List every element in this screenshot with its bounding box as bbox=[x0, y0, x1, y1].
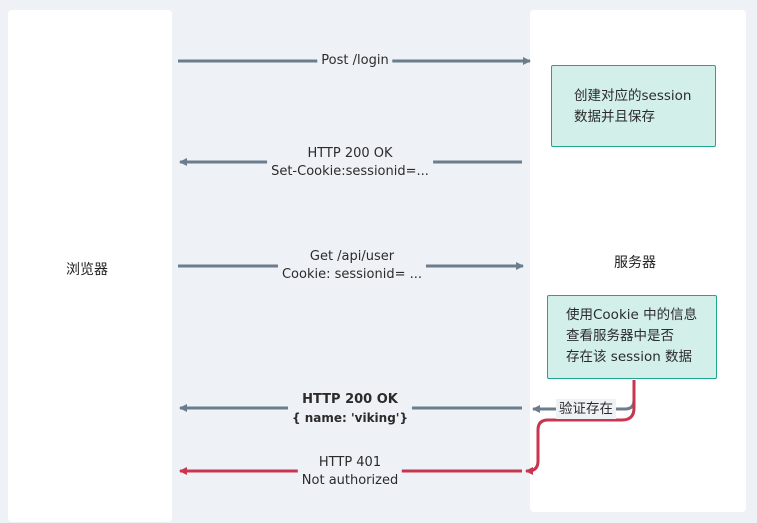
msg-line: Not authorized bbox=[301, 473, 399, 488]
msg-401: HTTP 401 Not authorized bbox=[297, 454, 403, 490]
note-line: 创建对应的session bbox=[574, 88, 692, 104]
msg-post-login: Post /login bbox=[317, 52, 393, 70]
note-line: 使用Cookie 中的信息 bbox=[566, 307, 698, 323]
msg-set-cookie: HTTP 200 OK Set-Cookie:sessionid=... bbox=[267, 145, 433, 181]
msg-line: Get /api/user bbox=[309, 249, 395, 264]
msg-line: HTTP 401 bbox=[318, 455, 382, 470]
msg-get-user: Get /api/user Cookie: sessionid= ... bbox=[277, 248, 427, 284]
msg-line: Cookie: sessionid= ... bbox=[281, 267, 423, 282]
msg-line: HTTP 200 OK bbox=[302, 392, 398, 407]
msg-line: Set-Cookie:sessionid=... bbox=[271, 164, 429, 179]
note-line: 存在该 session 数据 bbox=[566, 349, 693, 365]
msg-line: { name: 'viking'} bbox=[291, 411, 409, 425]
note-check-session: 使用Cookie 中的信息 查看服务器中是否 存在该 session 数据 bbox=[547, 295, 717, 379]
note-line: 查看服务器中是否 bbox=[566, 328, 674, 344]
arrow-verify-fail bbox=[525, 380, 636, 475]
note-line: 数据并且保存 bbox=[574, 109, 655, 125]
msg-line: Post /login bbox=[321, 53, 389, 68]
msg-ok-viking: HTTP 200 OK { name: 'viking'} bbox=[287, 391, 413, 427]
msg-line: HTTP 200 OK bbox=[307, 146, 393, 161]
note-create-session: 创建对应的session 数据并且保存 bbox=[551, 65, 716, 147]
verify-exists-label: 验证存在 bbox=[556, 399, 616, 419]
